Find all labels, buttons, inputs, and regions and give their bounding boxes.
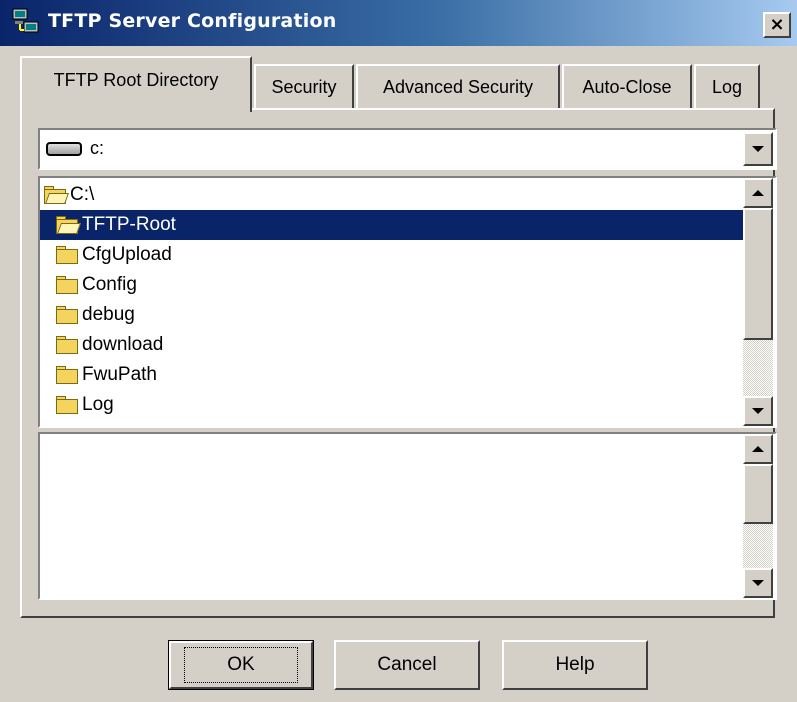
scroll-up-button[interactable] <box>743 178 773 208</box>
chevron-down-icon <box>752 580 764 586</box>
folder-item-download[interactable]: download <box>56 330 163 360</box>
folder-item-cfgupload[interactable]: CfgUpload <box>56 240 172 270</box>
drive-select[interactable]: c: <box>38 128 777 170</box>
folder-label: FwuPath <box>82 364 157 385</box>
tab-advanced-security[interactable]: Advanced Security <box>356 64 560 108</box>
tab-label: Security <box>271 76 337 97</box>
folder-icon <box>56 366 78 384</box>
chevron-down-icon <box>752 408 764 414</box>
title-bar: TFTP Server Configuration × <box>0 0 797 46</box>
cancel-button[interactable]: Cancel <box>334 640 480 690</box>
help-button[interactable]: Help <box>502 640 648 690</box>
folder-label: download <box>82 334 164 355</box>
chevron-down-icon <box>752 146 764 152</box>
tab-tftp-root-directory[interactable]: TFTP Root Directory <box>20 56 252 112</box>
folder-icon <box>56 246 78 264</box>
network-computers-icon <box>12 8 39 33</box>
tab-auto-close[interactable]: Auto-Close <box>562 64 692 108</box>
scroll-thumb[interactable] <box>743 208 773 340</box>
folder-tree[interactable]: C:\ TFTP-Root CfgUpload Config debug dow… <box>38 176 777 428</box>
tab-log[interactable]: Log <box>694 64 760 108</box>
tab-label: TFTP Root Directory <box>53 70 219 90</box>
drive-dropdown-button[interactable] <box>743 132 773 166</box>
tab-label: Log <box>711 76 743 97</box>
folder-icon <box>56 336 78 354</box>
file-list-scrollbar[interactable] <box>743 434 773 598</box>
drive-value: c: <box>90 138 105 158</box>
folder-item-config[interactable]: Config <box>56 270 137 300</box>
folder-icon <box>56 306 78 324</box>
scroll-down-button[interactable] <box>743 396 773 426</box>
tab-security[interactable]: Security <box>254 64 354 108</box>
folder-tree-scrollbar[interactable] <box>743 178 773 426</box>
folder-label: debug <box>82 304 135 325</box>
cancel-label: Cancel <box>377 654 437 675</box>
file-list[interactable] <box>38 432 777 600</box>
folder-item-fwupath[interactable]: FwuPath <box>56 360 157 390</box>
scroll-down-button[interactable] <box>743 568 773 598</box>
chevron-up-icon <box>752 446 764 452</box>
folder-item-log[interactable]: Log <box>56 390 114 420</box>
folder-icon <box>56 276 78 294</box>
scroll-up-button[interactable] <box>743 434 773 464</box>
folder-label: Log <box>82 394 114 415</box>
folder-label: CfgUpload <box>82 244 172 265</box>
chevron-up-icon <box>752 190 764 196</box>
folder-label: C:\ <box>70 184 95 205</box>
folder-item-debug[interactable]: debug <box>56 300 135 330</box>
scroll-thumb[interactable] <box>743 464 773 524</box>
close-button[interactable]: × <box>763 12 791 38</box>
open-folder-icon <box>44 186 70 204</box>
close-icon: × <box>769 14 785 35</box>
help-label: Help <box>555 654 595 675</box>
folder-label: TFTP-Root <box>82 214 176 235</box>
ok-label: OK <box>184 647 298 683</box>
folder-item-c-drive[interactable]: C:\ <box>44 180 94 210</box>
drive-icon <box>46 142 82 156</box>
tab-label: Auto-Close <box>582 76 672 97</box>
folder-icon <box>56 396 78 414</box>
tab-label: Advanced Security <box>382 76 534 97</box>
window-title: TFTP Server Configuration <box>48 10 337 32</box>
folder-label: Config <box>82 274 137 295</box>
folder-item-tftp-root[interactable]: TFTP-Root <box>40 210 743 240</box>
ok-button[interactable]: OK <box>168 640 314 690</box>
open-folder-icon <box>56 216 82 234</box>
